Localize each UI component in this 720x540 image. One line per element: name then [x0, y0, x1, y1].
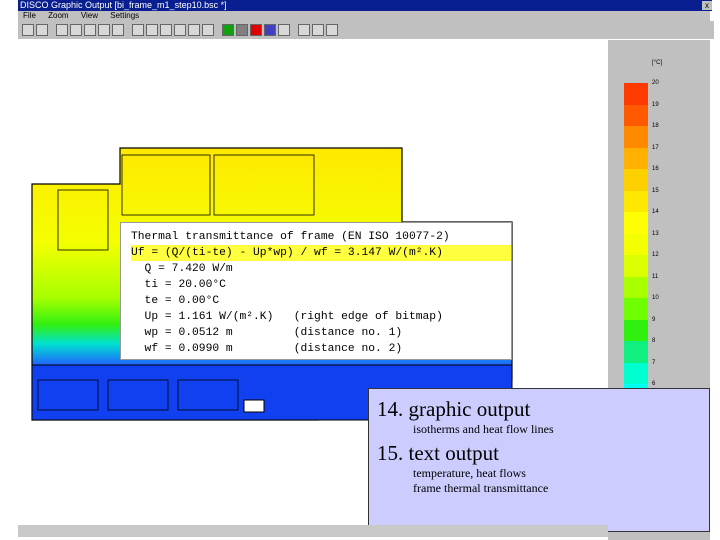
- toolbar-M-icon[interactable]: [222, 24, 234, 36]
- legend-label: 8: [652, 338, 656, 344]
- legend-label: 14: [652, 209, 659, 215]
- toolbar-text-b-icon[interactable]: [312, 24, 324, 36]
- toolbar: [18, 21, 714, 39]
- note-text-graphic: isotherms and heat flow lines: [413, 422, 554, 436]
- close-button[interactable]: x: [702, 1, 712, 10]
- legend-swatch: [624, 341, 648, 363]
- toolbar-cursor-icon[interactable]: [174, 24, 186, 36]
- legend-label: 16: [652, 166, 659, 172]
- toolbar-back-icon[interactable]: [132, 24, 144, 36]
- menu-bar: File Zoom View Settings: [18, 11, 710, 21]
- legend-swatch: [624, 362, 648, 384]
- info-line: Up = 1.161 W/(m².K) (right edge of bitma…: [131, 311, 443, 323]
- legend-swatch: [624, 190, 648, 212]
- toolbar-frame-icon[interactable]: [264, 24, 276, 36]
- note-text-temps: temperature, heat flows: [413, 466, 526, 480]
- toolbar-hand-icon[interactable]: [56, 24, 68, 36]
- legend-unit: [°C]: [652, 60, 663, 66]
- legend-label: 11: [652, 273, 659, 280]
- legend-swatch: [624, 169, 648, 191]
- legend-swatch: [624, 126, 648, 148]
- legend-swatch: [624, 212, 648, 234]
- legend-label: 18: [652, 123, 659, 129]
- note-heading-text: 15. text output: [377, 441, 499, 465]
- toolbar-arrows-icon[interactable]: [202, 24, 214, 36]
- menu-settings[interactable]: Settings: [110, 11, 139, 20]
- toolbar-red-icon[interactable]: [250, 24, 262, 36]
- uf-result-text: Thermal transmittance of frame (EN ISO 1…: [120, 222, 512, 360]
- toolbar-print-icon[interactable]: [36, 24, 48, 36]
- legend-label: 19: [652, 101, 659, 108]
- legend-swatch: [624, 276, 648, 298]
- info-line: wp = 0.0512 m (distance no. 1): [131, 327, 403, 339]
- info-line: Uf = (Q/(ti-te) - Up*wp) / wf = 3.147 W/…: [131, 245, 511, 261]
- legend-swatch: [624, 233, 648, 255]
- toolbar-flow-icon[interactable]: [160, 24, 172, 36]
- legend-label: 15: [652, 187, 659, 194]
- legend-swatch: [624, 298, 648, 320]
- toolbar-page-icon[interactable]: [278, 24, 290, 36]
- toolbar-lines-icon[interactable]: [326, 24, 338, 36]
- info-line: wf = 0.0990 m (distance no. 2): [131, 343, 403, 355]
- toolbar-save-icon[interactable]: [22, 24, 34, 36]
- legend-swatch: [624, 255, 648, 277]
- toolbar-dots-icon[interactable]: [188, 24, 200, 36]
- legend-swatch: [624, 147, 648, 169]
- slide-note: 14. graphic output isotherms and heat fl…: [368, 388, 710, 532]
- toolbar-C-icon[interactable]: [236, 24, 248, 36]
- legend-label: 13: [652, 230, 659, 237]
- info-line: te = 0.00°C: [131, 295, 220, 307]
- legend-swatch: [624, 83, 648, 105]
- toolbar-grid-icon[interactable]: [112, 24, 124, 36]
- legend-label: 17: [652, 144, 659, 151]
- legend-swatch: [624, 319, 648, 341]
- legend-label: 10: [652, 295, 659, 301]
- info-line: ti = 20.00°C: [131, 279, 226, 291]
- legend-label: 12: [652, 252, 659, 258]
- info-line: Thermal transmittance of frame (EN ISO 1…: [131, 231, 450, 243]
- window-title: DISCO Graphic Output [bi_frame_m1_step10…: [20, 0, 227, 10]
- toolbar-forward-icon[interactable]: [98, 24, 110, 36]
- toolbar-zoom-icon[interactable]: [70, 24, 82, 36]
- note-heading-graphic: 14. graphic output: [377, 397, 531, 421]
- legend-label: 9: [652, 316, 656, 323]
- info-line: Q = 7.420 W/m: [131, 263, 233, 275]
- legend-label: 20: [652, 80, 659, 86]
- legend-label: 7: [652, 359, 656, 366]
- menu-zoom[interactable]: Zoom: [48, 11, 68, 20]
- title-bar: DISCO Graphic Output [bi_frame_m1_step10…: [18, 0, 712, 11]
- note-text-uf: frame thermal transmittance: [413, 481, 549, 495]
- frame-notch: [243, 399, 265, 413]
- toolbar-isotherm-icon[interactable]: [146, 24, 158, 36]
- legend-swatch: [624, 104, 648, 126]
- legend-label: 6: [652, 381, 656, 387]
- horizontal-scrollbar[interactable]: [18, 525, 608, 537]
- menu-view[interactable]: View: [81, 11, 98, 20]
- menu-file[interactable]: File: [23, 11, 36, 20]
- toolbar-text-a-icon[interactable]: [298, 24, 310, 36]
- toolbar-zoom-out-icon[interactable]: [84, 24, 96, 36]
